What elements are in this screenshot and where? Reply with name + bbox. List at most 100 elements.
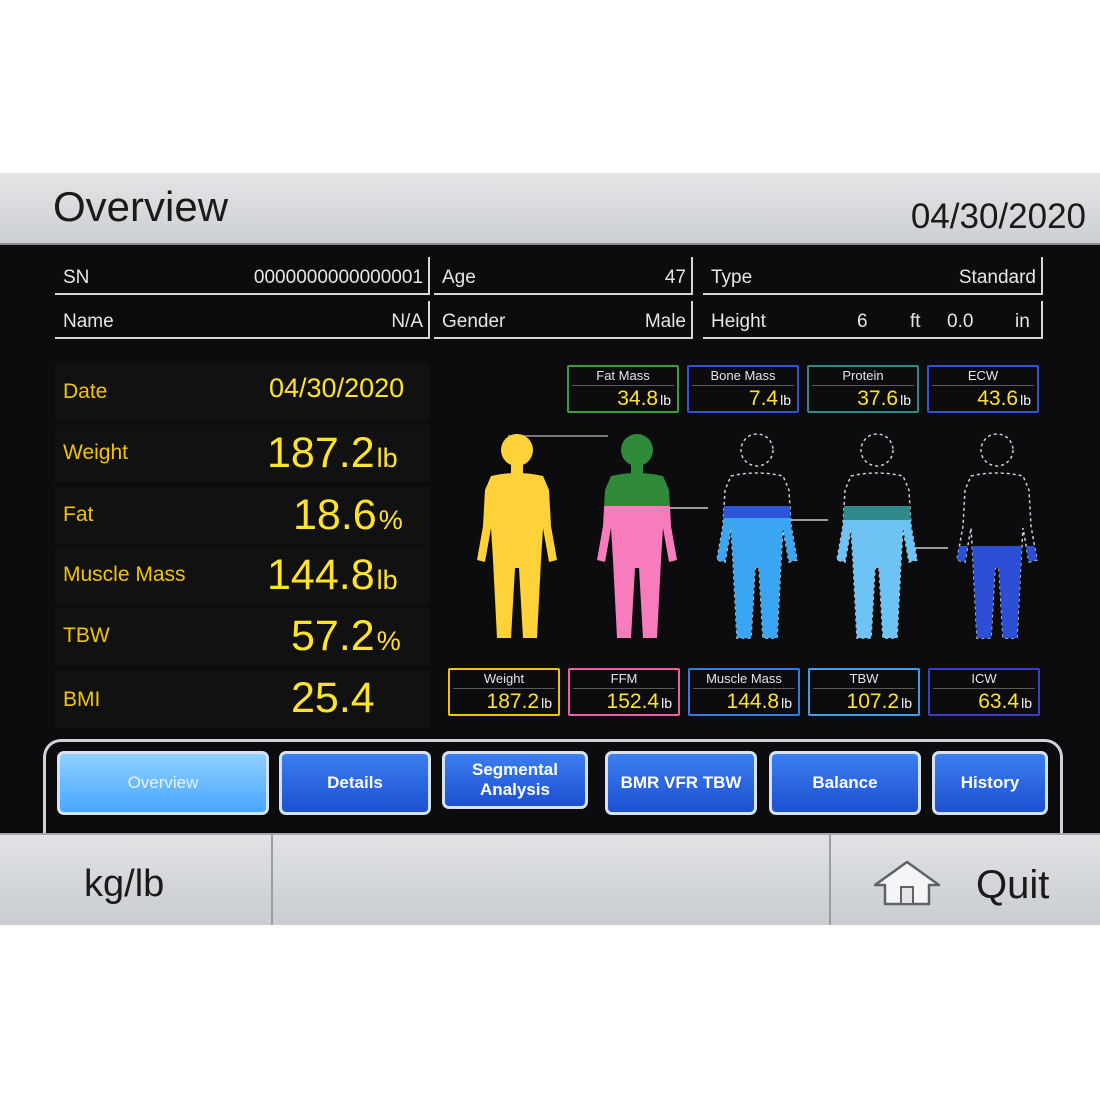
bone-mass-unit: lb [780,392,791,408]
tab-details[interactable]: Details [279,751,431,815]
height-ft-unit: ft [910,311,921,332]
type-label: Type [711,267,753,288]
muscle-value-group: 144.8lb [267,551,398,600]
divider [271,835,273,925]
tbw-unit: % [376,626,401,656]
bone-mass-label: Bone Mass [710,368,776,383]
fat-unit: % [378,505,403,535]
sn-field: SN 0000000000000001 [55,257,430,295]
body-composition-figures [477,433,1038,639]
tbw-label: TBW [63,624,110,647]
screen: Overview 04/30/2020 SN 0000000000000001 … [0,173,1100,925]
tab-overview[interactable]: Overview [57,751,269,815]
ecw-box: ECW 43.6 lb [927,365,1039,413]
icw-box-unit: lb [1021,695,1032,711]
fat-mass-label: Fat Mass [596,368,650,383]
quit-button[interactable]: Quit [976,863,1049,908]
fat-mass-value: 34.8 [617,387,659,410]
ecw-value: 43.6 [977,387,1019,410]
height-label: Height [711,311,766,332]
weight-value-group: 187.2lb [267,429,398,478]
bmi-row: BMI 25.4 [55,670,430,728]
tab-segmental-analysis[interactable]: Segmental Analysis [442,751,588,809]
name-field: Name N/A [55,301,430,339]
ffm-box-value: 152.4 [606,690,660,713]
tbw-value-group: 57.2% [291,612,401,661]
tbw-figure [836,433,918,639]
ffm-figure [597,434,677,638]
protein-box: Protein 37.6 lb [807,365,919,413]
weight-box: Weight 187.2 lb [448,668,560,716]
muscle-value: 144.8 [267,551,375,599]
fat-value: 18.6 [293,491,377,539]
protein-value: 37.6 [857,387,899,410]
fat-label: Fat [63,503,94,526]
page-title: Overview [53,183,229,230]
protein-label: Protein [842,368,884,383]
sn-value: 0000000000000001 [253,267,423,288]
sn-label: SN [63,267,90,288]
weight-figure [477,434,557,638]
tbw-row: TBW 57.2% [55,608,430,666]
height-ft-value: 6 [857,311,868,332]
fat-row: Fat 18.6% [55,487,430,545]
ecw-label: ECW [967,368,999,383]
height-in-value: 0.0 [947,311,974,332]
icw-box: ICW 63.4 lb [928,668,1040,716]
age-field: Age 47 [434,257,693,295]
type-field: Type Standard [703,257,1043,295]
height-in-unit: in [1015,311,1030,332]
height-field: Height 6 ft 0.0 in [703,301,1043,339]
gender-label: Gender [442,311,506,332]
muscle-figure [716,433,798,639]
weight-value: 187.2 [267,429,375,477]
weight-box-unit: lb [541,695,552,711]
fat-value-group: 18.6% [293,491,403,540]
muscle-mass-box: Muscle Mass 144.8 lb [688,668,800,716]
bmi-label: BMI [63,688,101,711]
muscle-unit: lb [376,565,398,595]
weight-row: Weight 187.2lb [55,425,430,483]
header-date: 04/30/2020 [910,197,1086,236]
ffm-box-label: FFM [610,671,638,686]
bmi-value: 25.4 [291,674,375,722]
tbw-box-label: TBW [849,671,879,686]
bone-mass-box: Bone Mass 7.4 lb [687,365,799,413]
muscle-mass-box-unit: lb [781,695,792,711]
weight-box-value: 187.2 [486,690,540,713]
weight-box-label: Weight [483,671,525,686]
fat-mass-unit: lb [660,392,671,408]
fat-mass-box: Fat Mass 34.8 lb [567,365,679,413]
home-icon[interactable] [873,859,941,907]
date-row: Date 04/30/2020 [55,363,430,421]
name-label: Name [63,311,114,332]
muscle-label: Muscle Mass [63,563,186,586]
bottom-bar: kg/lb Quit [0,833,1100,925]
date-label: Date [63,380,108,403]
bone-mass-value: 7.4 [748,387,779,410]
protein-unit: lb [900,392,911,408]
units-toggle-button[interactable]: kg/lb [84,863,164,906]
tbw-box: TBW 107.2 lb [808,668,920,716]
tab-bmr-vfr-tbw[interactable]: BMR VFR TBW [605,751,757,815]
tbw-box-value: 107.2 [846,690,900,713]
muscle-row: Muscle Mass 144.8lb [55,547,430,605]
muscle-mass-box-label: Muscle Mass [706,671,782,686]
age-value: 47 [664,267,686,288]
icw-figure [956,433,1038,639]
date-value: 04/30/2020 [269,373,405,403]
weight-unit: lb [376,443,398,473]
ecw-unit: lb [1020,392,1031,408]
weight-label: Weight [63,441,128,464]
ffm-box-unit: lb [661,695,672,711]
patient-info: SN 0000000000000001 Age 47 Type Standard… [0,245,1100,343]
type-value: Standard [958,267,1036,288]
icw-box-label: ICW [971,671,997,686]
tab-history[interactable]: History [932,751,1048,815]
name-value: N/A [391,311,423,332]
muscle-mass-box-value: 144.8 [726,690,780,713]
icw-box-value: 63.4 [978,690,1020,713]
tbw-value: 57.2 [291,612,375,660]
tab-balance[interactable]: Balance [769,751,921,815]
gender-value: Male [644,311,686,332]
